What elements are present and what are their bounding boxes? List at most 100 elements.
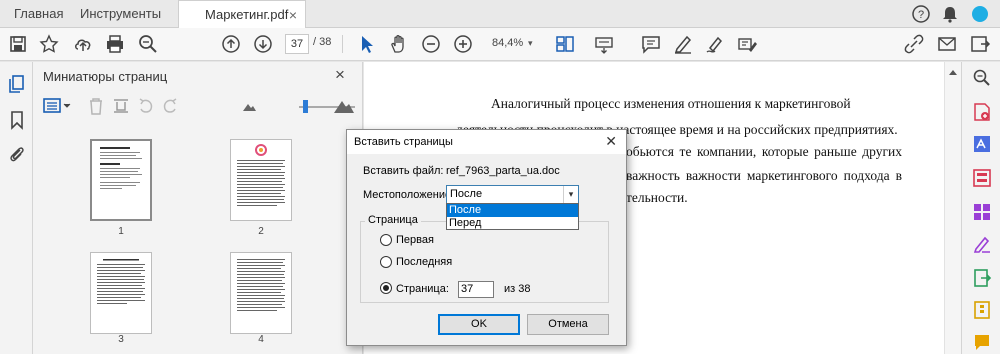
hand-icon[interactable] <box>388 33 410 55</box>
tab-close-icon[interactable]: × <box>289 1 297 29</box>
location-label: Местоположение: <box>363 189 455 201</box>
edit-text-icon[interactable] <box>736 33 758 55</box>
document-line: тельности. <box>626 190 688 205</box>
ok-button[interactable]: OK <box>438 314 520 335</box>
comment-icon[interactable] <box>640 33 662 55</box>
create-pdf-icon[interactable] <box>972 134 992 154</box>
toolbar-divider <box>342 35 343 53</box>
tab-home[interactable]: Главная <box>14 0 63 28</box>
location-dropdown-list: После Перед <box>446 203 579 230</box>
page-number-field[interactable]: 37 <box>458 281 494 298</box>
search-icon[interactable] <box>972 68 992 88</box>
radio-last-label[interactable]: Последняя <box>396 256 452 268</box>
thumbnail-size-slider-thumb[interactable] <box>303 100 308 113</box>
avatar[interactable] <box>970 4 990 24</box>
thumbnail-number: 2 <box>258 226 264 237</box>
dialog-title: Вставить страницы <box>354 136 453 148</box>
page-thumbnail-content <box>97 259 145 304</box>
document-line: Аналогичный процесс изменения отношения … <box>491 96 851 111</box>
location-option-before[interactable]: Перед <box>447 217 578 230</box>
insert-pages-dialog: Вставить страницы ✕ Вставить файл: ref_7… <box>346 129 627 346</box>
tab-document-label: Маркетинг.pdf <box>205 7 289 22</box>
select-cursor-icon[interactable] <box>356 33 378 55</box>
organize-pages-icon[interactable] <box>972 202 992 222</box>
radio-first-page[interactable] <box>380 234 392 246</box>
thumbnail-number: 3 <box>118 334 124 345</box>
zoom-out-icon[interactable] <box>420 33 442 55</box>
file-label: Вставить файл: <box>363 165 444 177</box>
share-link-icon[interactable] <box>903 33 925 55</box>
compress-pdf-icon[interactable] <box>972 300 992 320</box>
tab-tools[interactable]: Инструменты <box>80 0 161 28</box>
export-pdf-icon[interactable] <box>972 102 992 122</box>
page-thumbnail-4[interactable] <box>230 252 292 334</box>
radio-page-number[interactable] <box>380 282 392 294</box>
page-number-input[interactable]: 37 <box>285 34 309 54</box>
page-total: / 38 <box>313 36 332 48</box>
keyboard-icon[interactable] <box>593 33 615 55</box>
radio-last-page[interactable] <box>380 256 392 268</box>
document-scrollbar[interactable] <box>944 62 961 354</box>
zoom-search-icon[interactable] <box>137 33 159 55</box>
page-thumbnail-content <box>100 147 142 189</box>
tab-bar: Главная Инструменты Маркетинг.pdf × ? <box>0 0 1000 29</box>
page-layout-icon[interactable] <box>554 33 576 55</box>
edit-pdf-icon[interactable] <box>972 168 992 188</box>
location-select[interactable]: После ▾ <box>446 185 579 204</box>
document-line: важность важности маркетингового подхода… <box>626 168 902 183</box>
export-icon[interactable] <box>972 268 992 288</box>
comment-tool-icon[interactable] <box>972 332 992 352</box>
next-page-icon[interactable] <box>252 33 274 55</box>
dialog-close-icon[interactable]: ✕ <box>605 133 617 150</box>
zoom-dropdown-icon[interactable]: ▾ <box>528 38 533 49</box>
email-icon[interactable] <box>936 33 958 55</box>
thumbnail-number: 1 <box>118 226 124 237</box>
delete-page-icon[interactable] <box>87 96 105 116</box>
zoom-level[interactable]: 84,4% <box>492 37 523 49</box>
page-thumbnails-icon[interactable] <box>7 74 27 94</box>
mountain-small-icon <box>243 104 256 111</box>
right-tools-strip <box>961 62 1000 354</box>
sign-pen-icon[interactable] <box>704 33 726 55</box>
save-icon[interactable] <box>7 33 29 55</box>
panel-close-icon[interactable]: × <box>335 65 345 85</box>
radio-page-label[interactable]: Страница: <box>396 283 449 295</box>
bell-icon[interactable] <box>940 4 960 24</box>
page-of-total: из 38 <box>504 283 531 295</box>
chevron-down-icon[interactable]: ▾ <box>563 186 578 203</box>
mountain-large-icon <box>334 101 354 113</box>
page-thumbnail-3[interactable] <box>90 252 152 334</box>
print-icon[interactable] <box>104 33 126 55</box>
crop-pages-icon[interactable] <box>112 96 130 116</box>
tab-document[interactable]: Маркетинг.pdf × <box>178 0 306 29</box>
page-thumbnail-2[interactable] <box>230 139 292 221</box>
star-icon[interactable] <box>38 33 60 55</box>
fill-sign-icon[interactable] <box>972 234 992 254</box>
file-name: ref_7963_parta_ua.doc <box>446 165 560 177</box>
rotate-right-icon[interactable] <box>161 96 179 116</box>
attachment-icon[interactable] <box>7 144 27 164</box>
left-navigation-strip <box>0 62 33 354</box>
scroll-up-arrow-icon[interactable] <box>945 66 961 78</box>
dialog-titlebar: Вставить страницы ✕ <box>347 130 626 154</box>
panel-title: Миниатюры страниц <box>43 69 168 84</box>
zoom-in-icon[interactable] <box>452 33 474 55</box>
thumbnails-panel: Миниатюры страниц × 1 2 3 4 <box>33 62 363 354</box>
previous-page-icon[interactable] <box>220 33 242 55</box>
cloud-upload-icon[interactable] <box>72 33 94 55</box>
page-group-label: Страница <box>365 214 421 226</box>
location-option-after[interactable]: После <box>447 204 578 217</box>
thumbnail-options-icon[interactable] <box>43 96 71 116</box>
send-for-signature-icon[interactable] <box>969 33 991 55</box>
document-line: обьются те компании, которые раньше друг… <box>626 144 902 159</box>
thumbnail-number: 4 <box>258 334 264 345</box>
page-thumbnail-content <box>237 144 285 206</box>
page-thumbnail-1[interactable] <box>90 139 152 221</box>
rotate-left-icon[interactable] <box>137 96 155 116</box>
highlight-pen-icon[interactable] <box>672 33 694 55</box>
radio-first-label[interactable]: Первая <box>396 234 434 246</box>
help-icon[interactable]: ? <box>911 4 931 24</box>
bookmark-icon[interactable] <box>7 110 27 130</box>
cancel-button[interactable]: Отмена <box>527 314 609 335</box>
location-select-value: После <box>450 188 483 200</box>
